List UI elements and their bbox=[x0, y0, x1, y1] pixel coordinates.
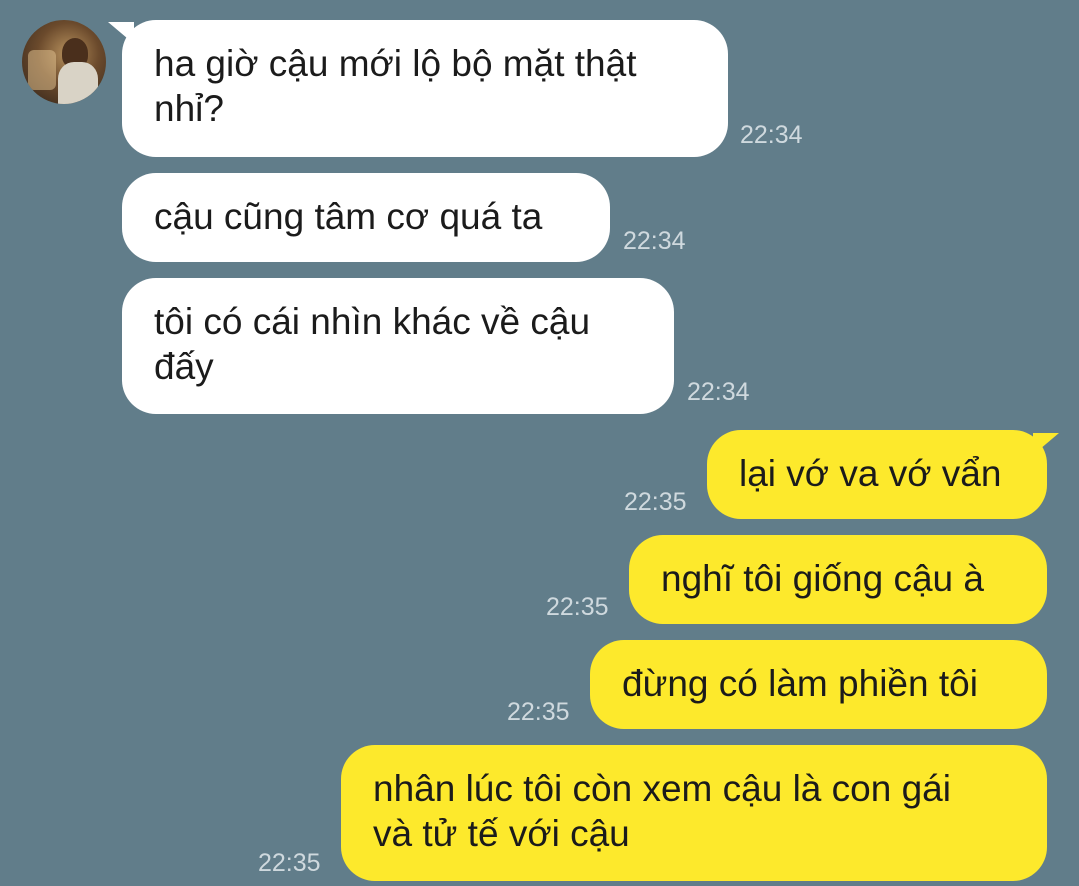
message-timestamp: 22:35 bbox=[507, 698, 570, 726]
outgoing-message-bubble[interactable]: đừng có làm phiền tôi bbox=[590, 640, 1047, 729]
outgoing-message-bubble[interactable]: nhân lúc tôi còn xem cậu là con gái và t… bbox=[341, 745, 1047, 881]
contact-avatar[interactable] bbox=[22, 20, 106, 104]
message-timestamp: 22:34 bbox=[687, 378, 750, 406]
message-timestamp: 22:34 bbox=[740, 121, 803, 149]
message-timestamp: 22:35 bbox=[258, 849, 321, 877]
message-timestamp: 22:34 bbox=[623, 227, 686, 255]
incoming-message-bubble[interactable]: cậu cũng tâm cơ quá ta bbox=[122, 173, 610, 262]
message-timestamp: 22:35 bbox=[624, 488, 687, 516]
incoming-message-bubble[interactable]: tôi có cái nhìn khác về cậu đấy bbox=[122, 278, 674, 414]
outgoing-message-bubble[interactable]: nghĩ tôi giống cậu à bbox=[629, 535, 1047, 624]
avatar-photo-body bbox=[58, 62, 98, 104]
avatar-photo-light bbox=[28, 50, 56, 90]
outgoing-message-bubble[interactable]: lại vớ va vớ vẩn bbox=[707, 430, 1047, 519]
message-timestamp: 22:35 bbox=[546, 593, 609, 621]
incoming-message-bubble[interactable]: ha giờ cậu mới lộ bộ mặt thật nhỉ? bbox=[122, 20, 728, 157]
